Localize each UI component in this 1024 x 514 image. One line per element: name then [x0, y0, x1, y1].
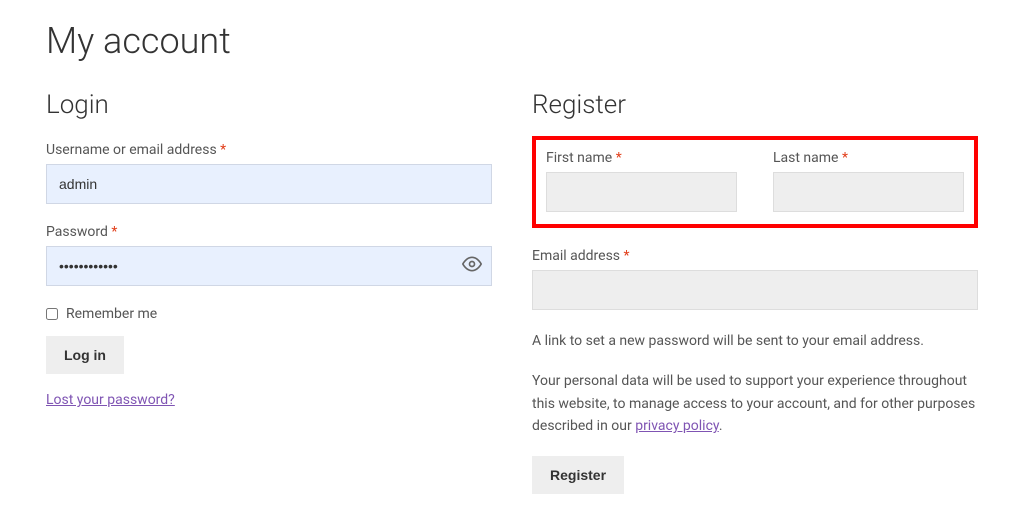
password-row: Password * — [46, 224, 492, 286]
register-column: Register First name * Last name * — [532, 90, 978, 494]
privacy-text: Your personal data will be used to suppo… — [532, 370, 978, 437]
last-name-label: Last name * — [773, 150, 964, 166]
password-hint-text: A link to set a new password will be sen… — [532, 330, 978, 352]
email-label: Email address * — [532, 248, 978, 264]
required-mark: * — [111, 224, 117, 240]
required-mark: * — [624, 248, 630, 264]
password-input[interactable] — [46, 246, 492, 286]
register-heading: Register — [532, 90, 978, 120]
login-button[interactable]: Log in — [46, 336, 124, 374]
remember-me-row: Remember me — [46, 306, 492, 322]
first-name-row: First name * — [546, 150, 737, 212]
password-label-text: Password — [46, 224, 111, 240]
username-row: Username or email address * — [46, 142, 492, 204]
username-label: Username or email address * — [46, 142, 492, 158]
required-mark: * — [220, 142, 226, 158]
login-heading: Login — [46, 90, 492, 120]
privacy-text-part2: . — [719, 418, 723, 434]
lost-password-link[interactable]: Lost your password? — [46, 392, 175, 408]
username-input[interactable] — [46, 164, 492, 204]
email-label-text: Email address — [532, 248, 624, 264]
first-name-label-text: First name — [546, 150, 616, 166]
email-input[interactable] — [532, 270, 978, 310]
privacy-policy-link[interactable]: privacy policy — [635, 418, 719, 434]
required-mark: * — [842, 150, 848, 166]
username-label-text: Username or email address — [46, 142, 220, 158]
page-title: My account — [46, 20, 978, 62]
name-fields-highlight: First name * Last name * — [532, 136, 978, 228]
last-name-row: Last name * — [773, 150, 964, 212]
remember-me-checkbox[interactable] — [46, 308, 58, 320]
required-mark: * — [616, 150, 622, 166]
remember-me-label[interactable]: Remember me — [66, 306, 157, 322]
show-password-icon[interactable] — [462, 254, 482, 278]
first-name-input[interactable] — [546, 172, 737, 212]
login-column: Login Username or email address * Passwo… — [46, 90, 492, 494]
register-button[interactable]: Register — [532, 456, 624, 494]
last-name-label-text: Last name — [773, 150, 842, 166]
email-row: Email address * — [532, 248, 978, 310]
first-name-label: First name * — [546, 150, 737, 166]
privacy-text-part1: Your personal data will be used to suppo… — [532, 373, 975, 434]
last-name-input[interactable] — [773, 172, 964, 212]
password-label: Password * — [46, 224, 492, 240]
